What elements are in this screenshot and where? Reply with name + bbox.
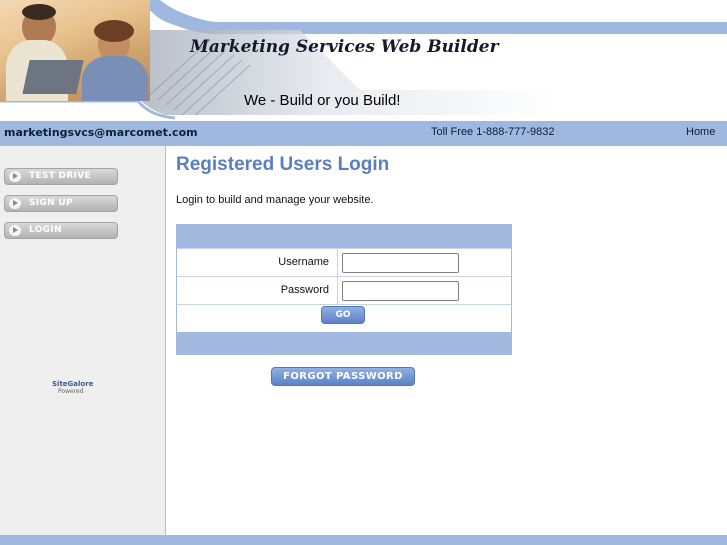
sidebar-item-test-drive[interactable]: TEST DRIVE	[4, 168, 118, 185]
footer-bar	[0, 535, 727, 545]
contact-email: marketingsvcs@marcomet.com	[4, 126, 198, 139]
powered-brand: SiteGalore	[52, 380, 94, 388]
login-form: Username Password GO	[176, 224, 512, 355]
header-photo	[0, 0, 150, 101]
go-button[interactable]: GO	[321, 306, 365, 324]
arrow-right-icon	[9, 198, 21, 209]
powered-caption: Powered	[58, 388, 84, 395]
password-input[interactable]	[342, 281, 459, 301]
form-header-band	[177, 225, 511, 248]
sidebar-item-login[interactable]: LOGIN	[4, 222, 118, 239]
sidebar-item-label: TEST DRIVE	[29, 171, 91, 181]
cell-divider	[337, 249, 338, 276]
sidebar: TEST DRIVE SIGN UP LOGIN SiteGalore Powe…	[0, 146, 166, 535]
arrow-right-icon	[9, 225, 21, 236]
page-title: Registered Users Login	[176, 154, 390, 175]
password-label: Password	[280, 284, 329, 296]
sidebar-item-sign-up[interactable]: SIGN UP	[4, 195, 118, 212]
site-title: Marketing Services Web Builder	[190, 37, 499, 57]
arrow-right-icon	[9, 171, 21, 182]
forgot-password-button[interactable]: FORGOT PASSWORD	[271, 367, 415, 386]
home-link[interactable]: Home	[686, 126, 715, 138]
username-label: Username	[278, 256, 329, 268]
powered-by-logo[interactable]: SiteGalore Powered	[52, 380, 94, 396]
header-banner: Marketing Services Web Builder We - Buil…	[0, 0, 727, 121]
intro-text: Login to build and manage your website.	[176, 194, 374, 206]
form-footer-band	[177, 332, 511, 354]
site-slogan: We - Build or you Build!	[244, 92, 401, 109]
cell-divider	[337, 277, 338, 304]
password-row: Password	[177, 276, 511, 304]
toll-free-phone: Toll Free 1-888-777-9832	[431, 126, 555, 138]
info-bar: marketingsvcs@marcomet.com Toll Free 1-8…	[0, 121, 727, 146]
username-input[interactable]	[342, 253, 459, 273]
username-row: Username	[177, 248, 511, 276]
sidebar-item-label: SIGN UP	[29, 198, 73, 208]
sidebar-item-label: LOGIN	[29, 225, 62, 235]
